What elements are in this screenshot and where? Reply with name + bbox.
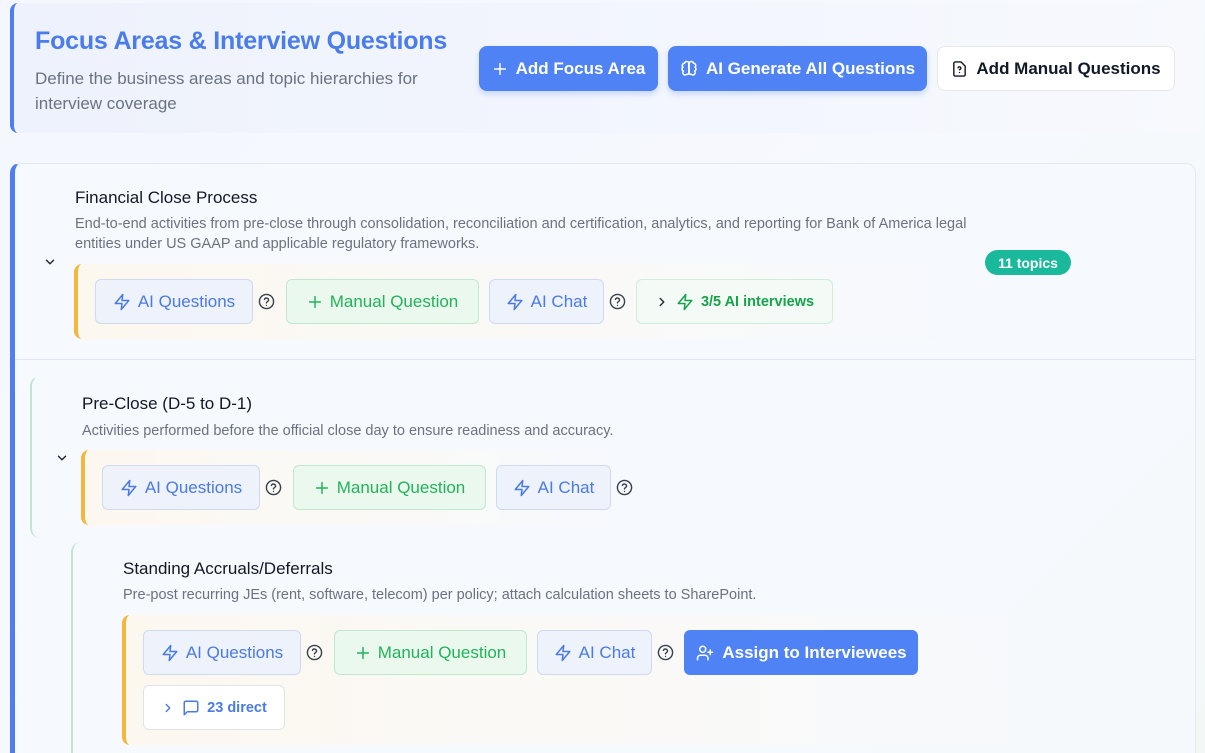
zap-icon: [162, 644, 178, 661]
subtopic-title: Standing Accruals/Deferrals: [123, 559, 333, 578]
add-manual-questions-button[interactable]: Add Manual Questions: [937, 46, 1175, 91]
manual-question-label: Manual Question: [336, 477, 466, 497]
ai-questions-label: AI Questions: [144, 477, 243, 497]
zap-icon: [677, 293, 693, 310]
help-circle-icon[interactable]: [609, 293, 626, 310]
section-divider: [15, 359, 1195, 360]
subtopic-description: Pre-post recurring JEs (rent, software, …: [123, 587, 757, 603]
ai-questions-button[interactable]: AI Questions: [102, 465, 260, 510]
chevron-down-icon[interactable]: [43, 255, 57, 269]
manual-question-button[interactable]: Manual Question: [293, 465, 486, 510]
ai-chat-button[interactable]: AI Chat: [489, 279, 604, 324]
topics-count-badge: 11 topics: [985, 250, 1071, 275]
ai-questions-button[interactable]: AI Questions: [95, 279, 253, 324]
ai-interviews-toggle[interactable]: 3/5 AI interviews: [636, 279, 833, 324]
manual-question-button[interactable]: Manual Question: [334, 630, 527, 675]
zap-icon: [114, 293, 130, 310]
ai-generate-all-button[interactable]: AI Generate All Questions: [668, 46, 927, 91]
add-focus-area-label: Add Focus Area: [515, 58, 646, 78]
zap-icon: [507, 293, 523, 310]
manual-question-button[interactable]: Manual Question: [286, 279, 479, 324]
help-circle-icon[interactable]: [616, 479, 633, 496]
page-subtitle: Define the business areas and topic hier…: [35, 69, 418, 113]
user-plus-icon: [697, 645, 714, 660]
zap-icon: [514, 479, 530, 496]
assign-to-interviewees-button[interactable]: Assign to Interviewees: [684, 630, 918, 675]
plus-icon: [356, 646, 369, 659]
topic-description: Activities performed before the official…: [82, 423, 614, 439]
ai-chat-button[interactable]: AI Chat: [496, 465, 611, 510]
add-manual-questions-label: Add Manual Questions: [976, 58, 1161, 78]
plus-icon: [493, 62, 506, 75]
help-circle-icon[interactable]: [258, 293, 275, 310]
chevron-right-icon: [659, 297, 665, 306]
topic-title: Pre-Close (D-5 to D-1): [82, 394, 253, 413]
plus-icon: [315, 481, 328, 494]
focus-area-description: End-to-end activities from pre-close thr…: [75, 216, 967, 252]
plus-icon: [308, 295, 321, 308]
help-circle-icon[interactable]: [657, 644, 674, 661]
chevron-down-icon[interactable]: [55, 451, 69, 465]
add-focus-area-button[interactable]: Add Focus Area: [479, 46, 658, 91]
zap-icon: [121, 479, 137, 496]
direct-questions-toggle[interactable]: 23 direct: [143, 685, 285, 730]
help-circle-icon[interactable]: [306, 644, 323, 661]
direct-count-label: 23 direct: [207, 699, 267, 716]
ai-chat-label: AI Chat: [537, 477, 595, 497]
help-circle-icon[interactable]: [265, 479, 282, 496]
assign-label: Assign to Interviewees: [722, 642, 907, 662]
focus-area-title: Financial Close Process: [75, 188, 258, 207]
manual-question-label: Manual Question: [377, 642, 507, 662]
ai-questions-label: AI Questions: [137, 291, 236, 311]
page-title: Focus Areas & Interview Questions: [35, 27, 448, 55]
ai-questions-button[interactable]: AI Questions: [143, 630, 301, 675]
brain-icon: [681, 60, 697, 76]
ai-interviews-label: 3/5 AI interviews: [700, 293, 815, 310]
message-square-icon: [183, 700, 199, 715]
zap-icon: [555, 644, 571, 661]
ai-questions-label: AI Questions: [185, 642, 284, 662]
ai-chat-button[interactable]: AI Chat: [537, 630, 652, 675]
chevron-right-icon: [165, 703, 171, 712]
ai-chat-label: AI Chat: [530, 291, 588, 311]
file-question-icon: [953, 60, 967, 77]
ai-chat-label: AI Chat: [578, 642, 636, 662]
manual-question-label: Manual Question: [329, 291, 459, 311]
ai-generate-all-label: AI Generate All Questions: [705, 58, 916, 78]
